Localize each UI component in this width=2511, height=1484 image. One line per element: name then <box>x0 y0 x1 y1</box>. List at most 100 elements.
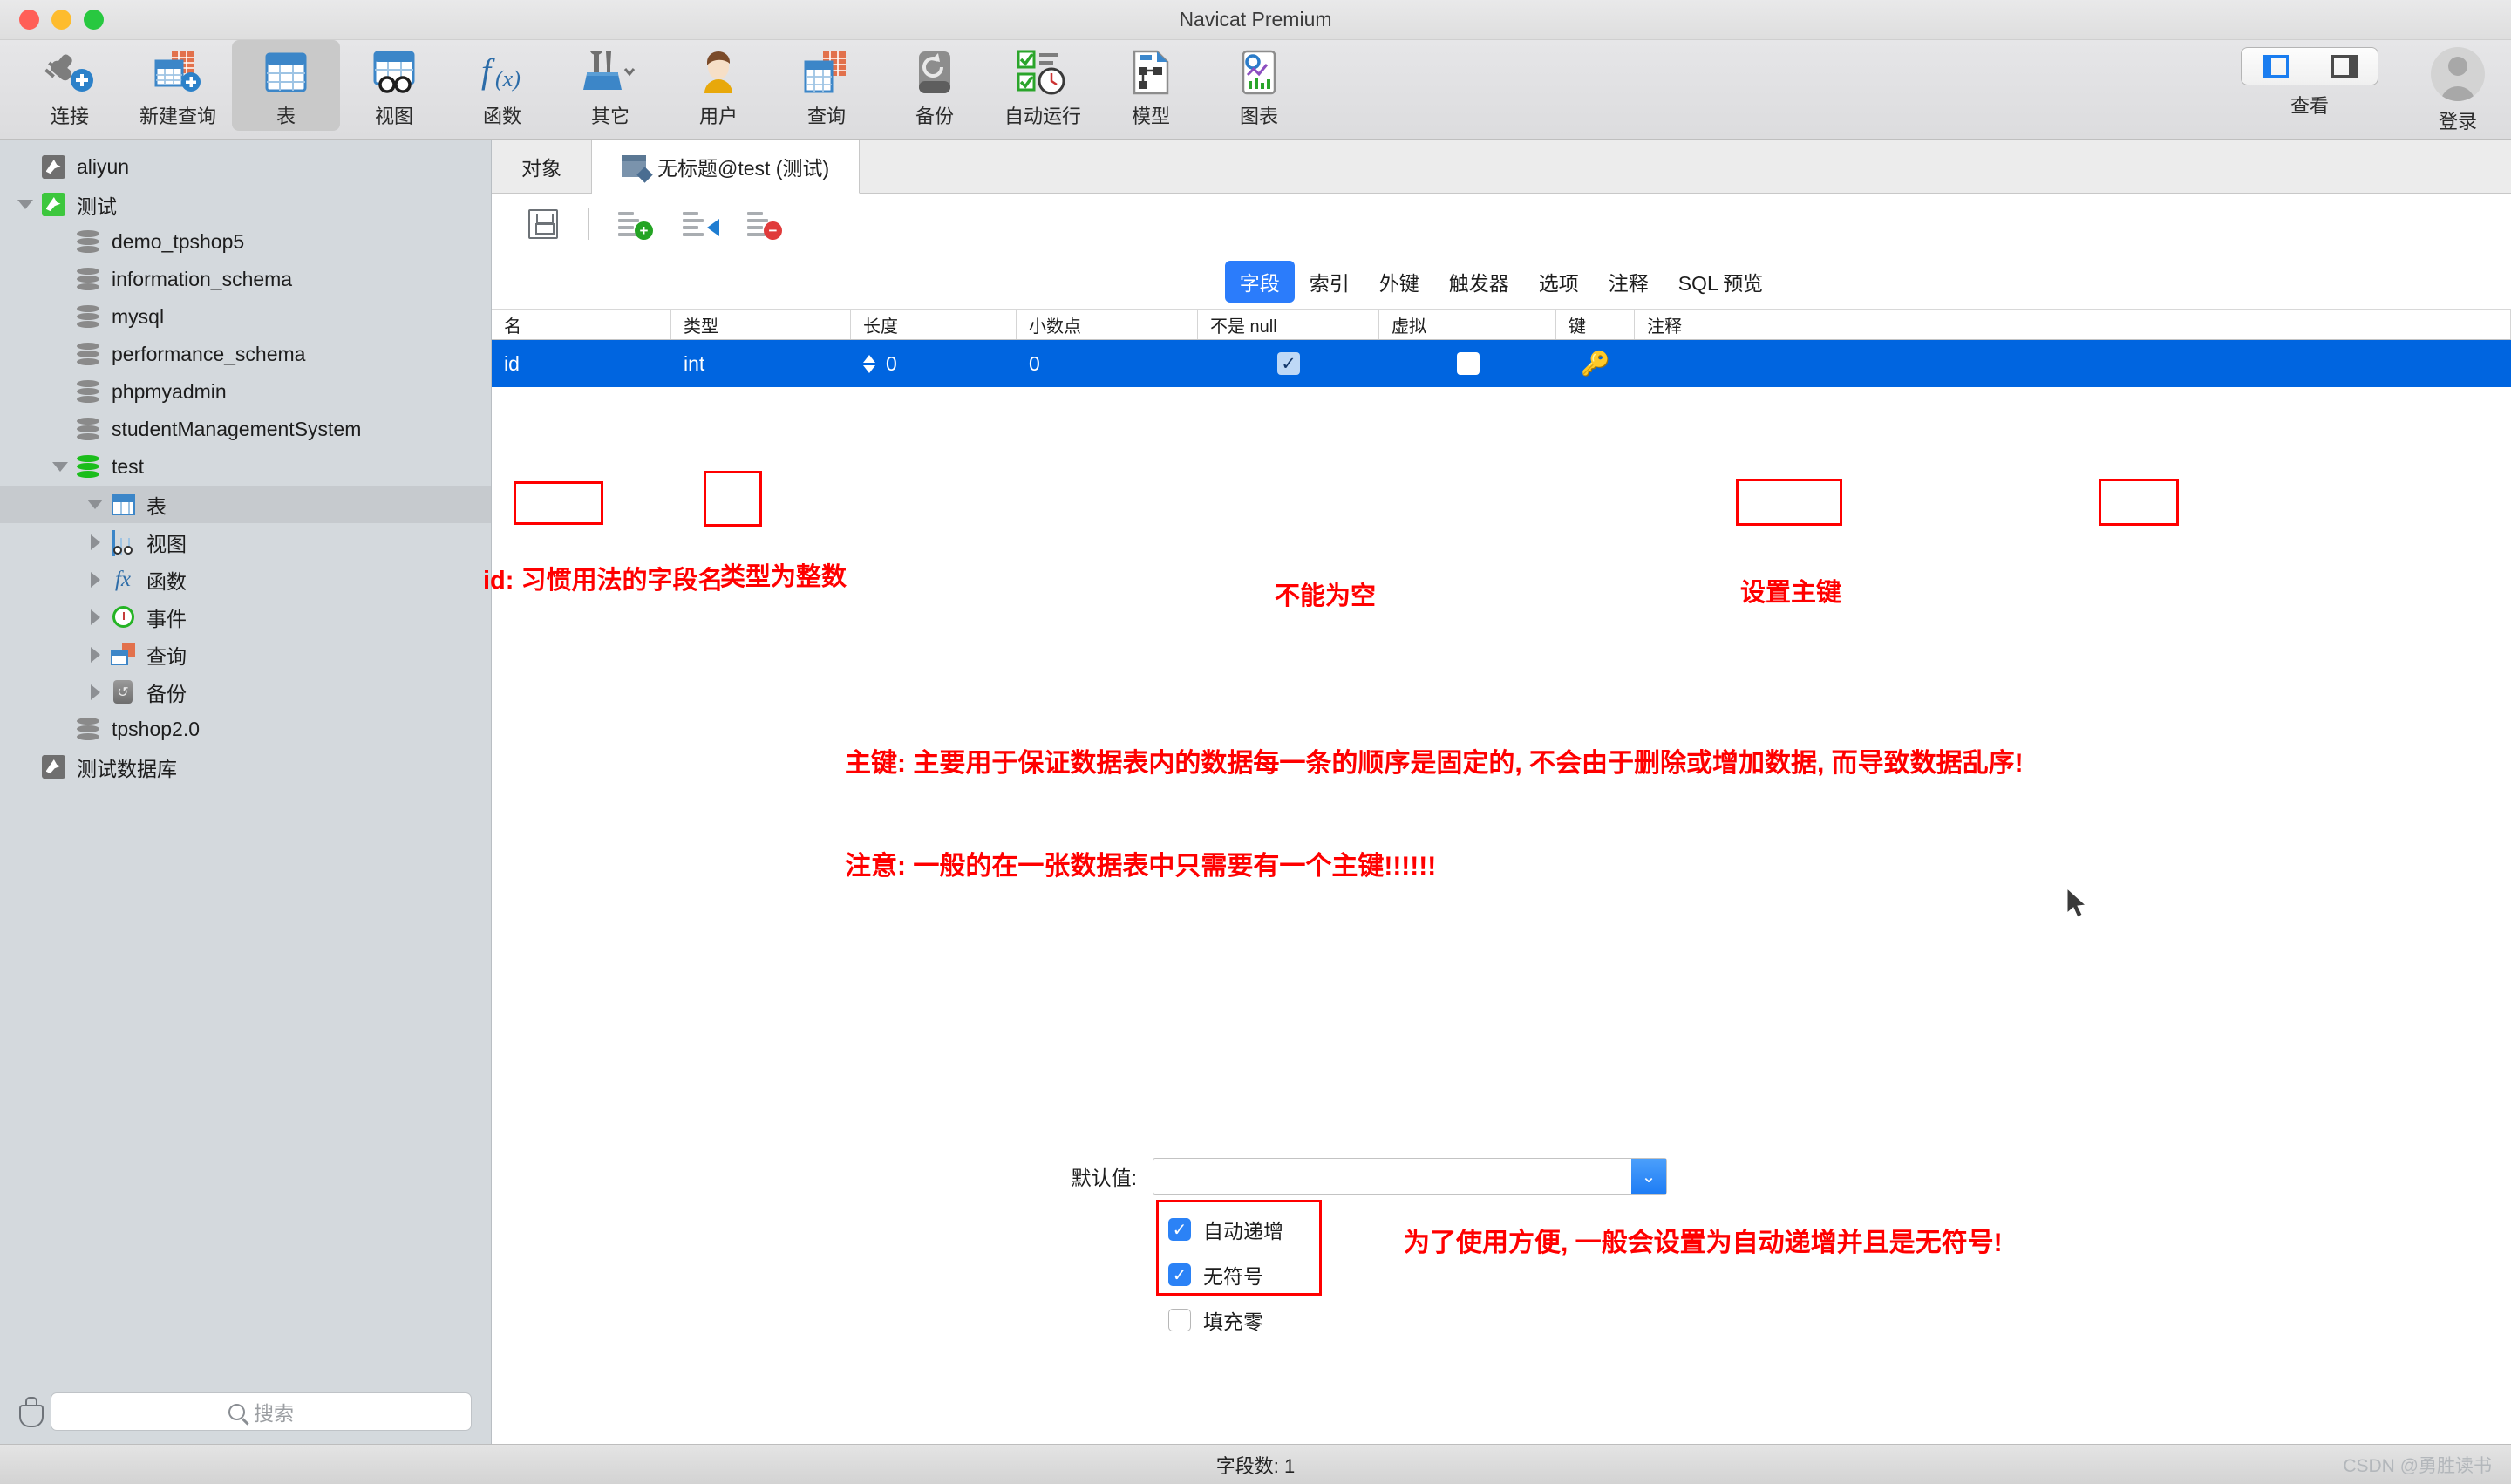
toolbar-item-connection[interactable]: 连接 <box>16 40 124 131</box>
grid-header-decimals[interactable]: 小数点 <box>1017 310 1198 339</box>
chevron-right-icon[interactable] <box>82 534 108 550</box>
annotation-auto-increment: 为了使用方便, 一般会设置为自动递增并且是无符号! <box>1404 1229 2003 1257</box>
grid-header-type[interactable]: 类型 <box>671 310 851 339</box>
grid-header-name[interactable]: 名 <box>492 310 671 339</box>
tree-item[interactable]: phpmyadmin <box>0 373 491 411</box>
auto-increment-checkbox[interactable]: ✓ <box>1168 1218 1191 1241</box>
toolbar-item-table[interactable]: 表 <box>232 40 340 131</box>
toolbar-item-view[interactable]: 视图 <box>340 40 448 131</box>
toolbar-item-user[interactable]: 用户 <box>664 40 772 131</box>
table-row[interactable]: id int 0 0 ✓ 🔑 <box>492 340 2511 387</box>
chevron-down-icon[interactable] <box>12 200 38 209</box>
unsigned-row[interactable]: ✓ 无符号 <box>1168 1252 1334 1297</box>
tree-item[interactable]: 事件 <box>0 598 491 636</box>
tree-item[interactable]: test <box>0 448 491 486</box>
virtual-checkbox[interactable] <box>1456 352 1480 375</box>
designer-tab-0[interactable]: 字段 <box>1224 261 1295 303</box>
tree-item[interactable]: fx 函数 <box>0 561 491 598</box>
field-grid[interactable]: 名 类型 长度 小数点 不是 null 虚拟 键 注释 id int 0 0 ✓… <box>492 309 2511 387</box>
field-virtual-cell[interactable] <box>1379 340 1556 387</box>
view-label: 查看 <box>2290 95 2329 117</box>
connection-status-icon[interactable] <box>19 1397 44 1427</box>
grid-header-not-null[interactable]: 不是 null <box>1198 310 1379 339</box>
toolbar-item-backup[interactable]: 备份 <box>881 40 989 131</box>
designer-tab-3[interactable]: 触发器 <box>1434 261 1524 303</box>
field-key-cell[interactable]: 🔑 <box>1556 340 1635 387</box>
tree-item[interactable]: demo_tpshop5 <box>0 223 491 261</box>
show-info-pane-button[interactable] <box>2310 48 2378 85</box>
event-clock-icon <box>108 606 138 628</box>
tree-item[interactable]: 查询 <box>0 636 491 673</box>
toolbar-item-query[interactable]: 查询 <box>772 40 881 131</box>
toolbar-label: 模型 <box>1131 106 1170 127</box>
tree-item[interactable]: information_schema <box>0 261 491 298</box>
toolbar-item-function[interactable]: f (x) 函数 <box>448 40 556 131</box>
designer-tab-1[interactable]: 索引 <box>1295 261 1364 303</box>
grid-header-virtual[interactable]: 虚拟 <box>1379 310 1556 339</box>
chevron-down-icon[interactable]: ⌄ <box>1631 1159 1666 1194</box>
auto-increment-row[interactable]: ✓ 自动递增 <box>1168 1207 1334 1252</box>
tab-objects[interactable]: 对象 <box>492 140 592 193</box>
object-tree[interactable]: aliyun 测试 demo_tpshop5 information_schema my… <box>0 140 491 1379</box>
toolbar-item-model[interactable]: 模型 <box>1097 40 1205 131</box>
field-not-null-cell[interactable]: ✓ <box>1198 340 1379 387</box>
row-add-icon[interactable]: + <box>618 210 653 240</box>
default-value-input[interactable] <box>1153 1159 1631 1194</box>
grid-header-key[interactable]: 键 <box>1556 310 1635 339</box>
field-decimals-cell[interactable]: 0 <box>1017 340 1198 387</box>
designer-tab-2[interactable]: 外键 <box>1364 261 1434 303</box>
tree-item[interactable]: mysql <box>0 298 491 336</box>
toolbar-item-new-query[interactable]: 新建查询 <box>124 40 232 131</box>
show-sidebar-button[interactable] <box>2242 48 2310 85</box>
row-delete-icon[interactable]: − <box>747 210 782 240</box>
search-input[interactable]: 搜索 <box>51 1392 472 1431</box>
chevron-right-icon[interactable] <box>82 684 108 700</box>
new-query-icon <box>151 45 205 99</box>
chevron-right-icon[interactable] <box>82 646 108 663</box>
editor-tab-strip[interactable]: 对象 无标题@test (测试) <box>492 140 2511 194</box>
unsigned-checkbox[interactable]: ✓ <box>1168 1263 1191 1286</box>
grid-header-comment[interactable]: 注释 <box>1635 310 2511 339</box>
designer-page-tabs[interactable]: 字段 索引 外键 触发器 选项 注释 SQL 预览 <box>492 255 2511 309</box>
tree-item[interactable]: 视图 <box>0 523 491 561</box>
tree-item[interactable]: 测试数据库 <box>0 748 491 786</box>
chevron-right-icon[interactable] <box>82 609 108 625</box>
tree-item[interactable]: ↺ 备份 <box>0 673 491 711</box>
zerofill-checkbox[interactable] <box>1168 1309 1191 1331</box>
tab-table-designer[interactable]: 无标题@test (测试) <box>592 140 861 194</box>
annotation-primary-key: 设置主键 <box>1740 579 1842 607</box>
tree-item[interactable]: 测试 <box>0 186 491 223</box>
toolbar-item-other[interactable]: 其它 <box>556 40 664 131</box>
view-toggle-group: 查看 <box>2241 47 2378 119</box>
field-length-cell[interactable]: 0 <box>851 340 1017 387</box>
chevron-right-icon[interactable] <box>82 571 108 588</box>
tree-item[interactable]: 表 <box>0 486 491 523</box>
avatar[interactable] <box>2431 47 2485 101</box>
tree-item-label: performance_schema <box>112 343 306 365</box>
title-bar: Navicat Premium <box>0 0 2511 40</box>
field-comment-cell[interactable] <box>1635 340 2511 387</box>
chevron-down-icon[interactable] <box>47 462 73 472</box>
zerofill-row[interactable]: 填充零 <box>1168 1297 1334 1343</box>
toolbar-item-chart[interactable]: 图表 <box>1205 40 1313 131</box>
designer-tab-4[interactable]: 选项 <box>1524 261 1594 303</box>
row-insert-icon[interactable] <box>683 210 719 238</box>
length-stepper[interactable] <box>863 354 875 373</box>
tree-item[interactable]: studentManagementSystem <box>0 411 491 448</box>
designer-tab-6[interactable]: SQL 预览 <box>1664 261 1779 303</box>
database-icon <box>73 229 103 255</box>
not-null-checkbox[interactable]: ✓ <box>1277 352 1300 375</box>
designer-tab-5[interactable]: 注释 <box>1594 261 1664 303</box>
default-value-combo[interactable]: ⌄ <box>1153 1158 1667 1195</box>
login-group[interactable]: 登录 <box>2431 47 2485 134</box>
save-icon[interactable] <box>528 209 558 239</box>
tree-item[interactable]: aliyun <box>0 148 491 186</box>
grid-header-length[interactable]: 长度 <box>851 310 1017 339</box>
chevron-down-icon[interactable] <box>82 500 108 509</box>
tree-item[interactable]: performance_schema <box>0 336 491 373</box>
view-icon <box>371 45 417 99</box>
toolbar-item-automation[interactable]: 自动运行 <box>989 40 1097 131</box>
tree-item[interactable]: tpshop2.0 <box>0 711 491 748</box>
field-type-cell[interactable]: int <box>671 340 851 387</box>
field-name-cell[interactable]: id <box>492 340 671 387</box>
